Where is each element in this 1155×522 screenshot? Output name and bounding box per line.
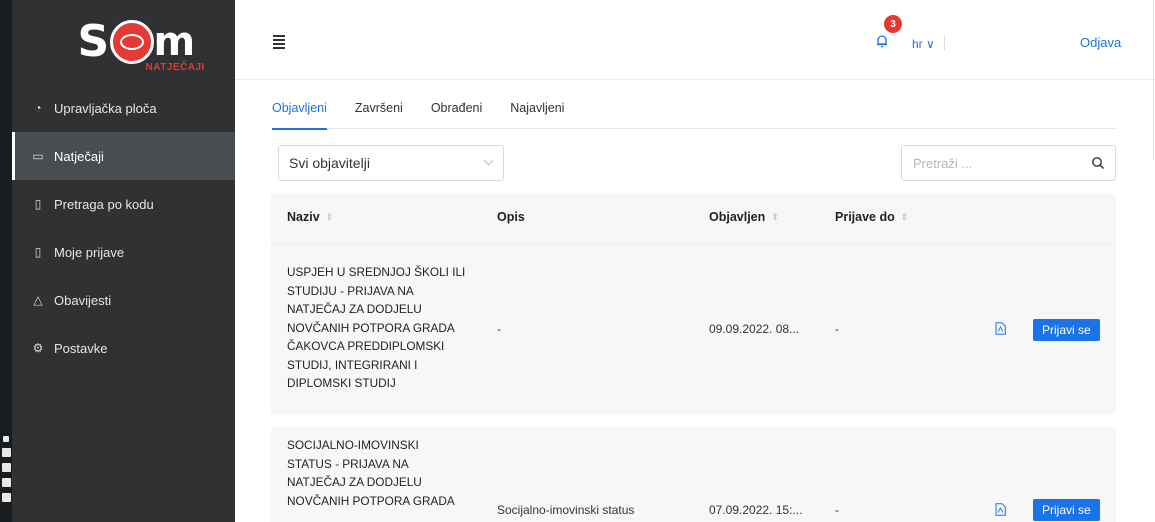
sort-icon[interactable]: ⇕ [771, 212, 779, 223]
right-divider [1153, 0, 1154, 160]
notification-badge: 3 [884, 15, 902, 33]
publisher-select[interactable]: Svi objavitelji [278, 145, 504, 181]
sidebar-item-label: Pretraga po kodu [54, 196, 154, 212]
sidebar-nav: ◔ Upravljačka ploča ▭ Natječaji ▯ Pretra… [12, 84, 235, 372]
logo-circle-icon [109, 20, 154, 64]
bell-icon: △ [33, 293, 43, 307]
pdf-icon[interactable] [995, 503, 1006, 516]
sidebar-item-label: Upravljačka ploča [54, 100, 157, 116]
sidebar-item-dashboard[interactable]: ◔ Upravljačka ploča [12, 84, 235, 132]
left-gutter [0, 0, 12, 522]
dashboard-icon: ◔ [34, 101, 42, 115]
document-search-icon: ▯ [34, 197, 42, 211]
pdf-icon[interactable] [995, 322, 1006, 335]
logo-letter-m: m [153, 19, 196, 65]
logout-link[interactable]: Odjava [1080, 35, 1121, 50]
gear-icon: ⚙ [32, 341, 44, 355]
column-header-name[interactable]: Naziv ⇕ [287, 210, 333, 224]
document-icon: ▯ [34, 245, 42, 259]
settings-icon[interactable] [1, 493, 11, 502]
publisher-select-value: Svi objavitelji [289, 155, 370, 171]
search-box [901, 145, 1116, 181]
menu-toggle-icon[interactable] [273, 35, 285, 49]
column-header-description: Opis [497, 210, 525, 224]
tender-title: USPJEH U SREDNJOJ ŠKOLI ILI STUDIJU - PR… [287, 265, 466, 390]
table-row: SOCIJALNO-IMOVINSKI STATUS - PRIJAVA NA … [271, 427, 1116, 522]
logo-mark: S m NATJEČAJI [54, 12, 205, 74]
chevron-down-icon [483, 155, 494, 166]
tender-published-date: 07.09.2022. 15:... [709, 503, 803, 517]
camera-icon[interactable] [1, 448, 11, 457]
tender-title: SOCIJALNO-IMOVINSKI STATUS - PRIJAVA NA … [287, 438, 455, 508]
tender-deadline: - [835, 503, 839, 517]
top-header: 3 hr ∨ Odjava [235, 0, 1155, 80]
sort-icon[interactable]: ⇕ [326, 212, 334, 223]
tender-deadline: - [835, 322, 839, 336]
tab-processed[interactable]: Obrađeni [431, 100, 482, 129]
folder-icon: ▭ [32, 149, 44, 163]
logo-subtitle: NATJEČAJI [145, 62, 205, 73]
sidebar-item-label: Natječaji [54, 148, 104, 164]
gutter-toolbar [1, 436, 11, 502]
column-header-published[interactable]: Objavljen ⇕ [709, 210, 779, 224]
gallery-icon[interactable] [1, 478, 11, 487]
tender-description: Socijalno-imovinski status [497, 503, 635, 517]
sidebar-item-code-search[interactable]: ▯ Pretraga po kodu [12, 180, 235, 228]
tab-finished[interactable]: Završeni [355, 100, 403, 129]
expand-icon[interactable] [3, 436, 9, 442]
sidebar-item-settings[interactable]: ⚙ Postavke [12, 324, 235, 372]
search-input[interactable] [902, 146, 1072, 180]
app-logo[interactable]: S m NATJEČAJI [12, 0, 235, 84]
tenders-table: Naziv ⇕ Opis Objavljen ⇕ Prijave do ⇕ USPJE… [271, 194, 1116, 522]
column-header-deadline[interactable]: Prijave do ⇕ [835, 210, 908, 224]
sidebar-item-label: Postavke [54, 340, 108, 356]
status-tabs: Objavljeni Završeni Obrađeni Najavljeni [272, 100, 1116, 130]
header-divider [944, 36, 945, 50]
tender-published-date: 09.09.2022. 08... [709, 322, 800, 336]
sidebar: S m NATJEČAJI ◔ Upravljačka ploča ▭ Natj… [12, 0, 235, 522]
sidebar-item-label: Moje prijave [54, 244, 125, 260]
sidebar-item-tenders[interactable]: ▭ Natječaji [12, 132, 235, 180]
notification-bell-icon[interactable] [875, 34, 889, 48]
search-icon[interactable] [1091, 156, 1105, 170]
language-selector[interactable]: hr ∨ [912, 37, 935, 51]
logo-letter-s: S [77, 16, 110, 67]
tab-published[interactable]: Objavljeni [272, 100, 327, 130]
tab-announced[interactable]: Najavljeni [510, 100, 564, 129]
table-header: Naziv ⇕ Opis Objavljen ⇕ Prijave do ⇕ [271, 194, 1116, 244]
apply-button[interactable]: Prijavi se [1033, 499, 1100, 521]
sort-icon[interactable]: ⇕ [901, 212, 909, 223]
tender-description: - [497, 322, 501, 336]
video-icon[interactable] [1, 463, 11, 472]
table-row: USPJEH U SREDNJOJ ŠKOLI ILI STUDIJU - PR… [271, 244, 1116, 414]
sidebar-item-my-applications[interactable]: ▯ Moje prijave [12, 228, 235, 276]
apply-button[interactable]: Prijavi se [1033, 319, 1100, 341]
sidebar-item-notifications[interactable]: △ Obavijesti [12, 276, 235, 324]
sidebar-item-label: Obavijesti [54, 292, 112, 308]
